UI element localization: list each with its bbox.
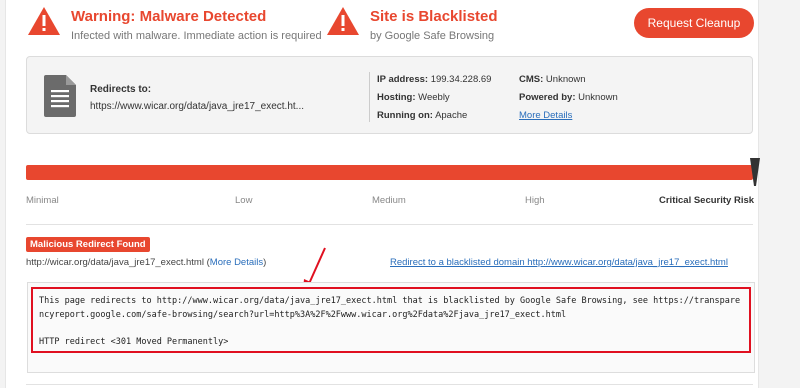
malicious-redirect-badge: Malicious Redirect Found bbox=[26, 237, 150, 252]
left-frame bbox=[0, 0, 6, 388]
redirects-label: Redirects to: bbox=[90, 84, 152, 95]
info-divider bbox=[369, 72, 370, 122]
warning-icon bbox=[28, 7, 60, 35]
risk-pointer-icon bbox=[750, 158, 760, 186]
warning-icon bbox=[327, 7, 359, 35]
risk-level-minimal: Minimal bbox=[26, 195, 59, 206]
section-divider bbox=[26, 224, 753, 225]
more-details-row: More Details bbox=[519, 110, 572, 121]
right-frame bbox=[758, 0, 800, 388]
finding-details-highlight: This page redirects to http://www.wicar.… bbox=[31, 287, 751, 353]
malware-alert-title: Warning: Malware Detected bbox=[71, 8, 267, 25]
hosting-row: Hosting: Weebly bbox=[377, 92, 450, 103]
malware-alert: Warning: Malware Detected Infected with … bbox=[27, 6, 322, 43]
cms-row: CMS: Unknown bbox=[519, 74, 586, 85]
blacklist-alert: Site is Blacklisted by Google Safe Brows… bbox=[326, 6, 498, 43]
blacklist-alert-title: Site is Blacklisted bbox=[370, 8, 498, 25]
powered-value: Unknown bbox=[578, 92, 618, 103]
details-line-1: This page redirects to http://www.wicar.… bbox=[39, 296, 741, 306]
more-details-link[interactable]: More Details bbox=[519, 110, 572, 121]
hosting-label: Hosting: bbox=[377, 92, 416, 103]
ip-label: IP address: bbox=[377, 74, 429, 85]
details-line-2: ncyreport.google.com/safe-browsing/searc… bbox=[39, 310, 567, 320]
running-label: Running on: bbox=[377, 110, 433, 121]
powered-label: Powered by: bbox=[519, 92, 576, 103]
risk-level-low: Low bbox=[235, 195, 253, 206]
running-on-row: Running on: Apache bbox=[377, 110, 467, 121]
powered-by-row: Powered by: Unknown bbox=[519, 92, 618, 103]
risk-level-high: High bbox=[525, 195, 545, 206]
document-icon bbox=[44, 75, 76, 117]
risk-level-medium: Medium bbox=[372, 195, 406, 206]
finding-url: http://wicar.org/data/java_jre17_exect.h… bbox=[26, 257, 204, 268]
request-cleanup-button[interactable]: Request Cleanup bbox=[634, 8, 754, 38]
redirects-url: https://www.wicar.org/data/java_jre17_ex… bbox=[90, 101, 304, 112]
risk-level-critical: Critical Security Risk bbox=[659, 195, 755, 206]
bottom-divider bbox=[26, 384, 753, 385]
finding-more-details-link[interactable]: More Details bbox=[210, 257, 263, 268]
blacklist-alert-subtitle: by Google Safe Browsing bbox=[370, 30, 495, 42]
malware-alert-subtitle: Infected with malware. Immediate action … bbox=[71, 30, 322, 42]
blacklisted-domain-link[interactable]: Redirect to a blacklisted domain http://… bbox=[390, 257, 728, 268]
cms-value: Unknown bbox=[545, 74, 586, 85]
details-line-3: HTTP redirect <301 Moved Permanently> bbox=[39, 337, 229, 347]
more-suffix: ) bbox=[263, 257, 267, 268]
running-value: Apache bbox=[435, 110, 468, 121]
ip-value: 199.34.228.69 bbox=[430, 74, 492, 85]
ip-address-row: IP address: 199.34.228.69 bbox=[377, 74, 491, 85]
cms-label: CMS: bbox=[519, 74, 544, 85]
finding-url-row: http://wicar.org/data/java_jre17_exect.h… bbox=[26, 257, 266, 268]
hosting-value: Weebly bbox=[418, 92, 450, 103]
site-info-panel: Redirects to: https://www.wicar.org/data… bbox=[26, 56, 753, 134]
risk-level-bar bbox=[26, 165, 753, 180]
